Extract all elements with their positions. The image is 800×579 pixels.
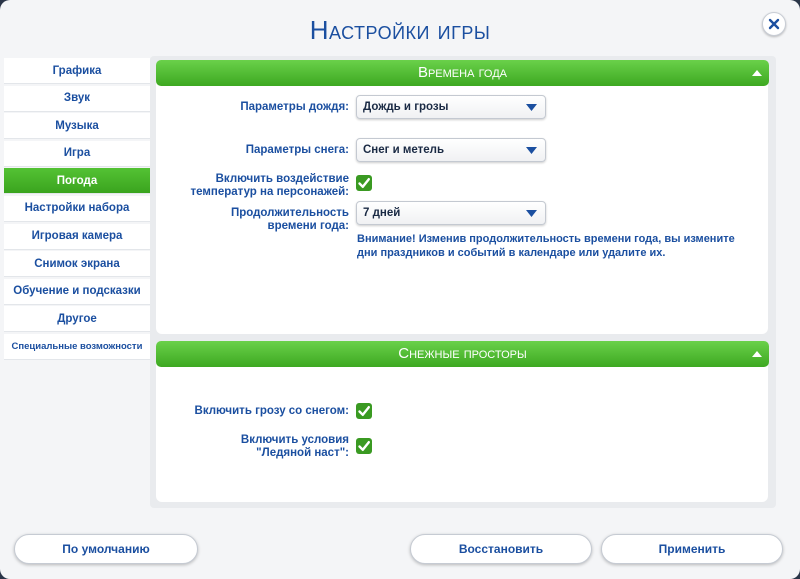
chevron-down-icon — [526, 104, 537, 111]
seasons-section-title: Времена года — [417, 64, 508, 81]
duration-dropdown-value: 7 дней — [363, 207, 401, 219]
duration-dropdown[interactable]: 7 дней — [356, 201, 546, 225]
ice-label-line1: Включить условия — [240, 434, 349, 446]
sidebar-item-sound[interactable]: Звук — [4, 85, 150, 112]
ice-label-line2: "Ледяной наст": — [256, 447, 349, 459]
temperature-checkbox[interactable] — [356, 175, 372, 191]
snow-label: Параметры снега: — [245, 144, 349, 156]
duration-label-line1: Продолжительность — [230, 207, 349, 219]
rain-dropdown[interactable]: Дождь и грозы — [356, 95, 546, 119]
sidebar-item-weather[interactable]: Погода — [4, 168, 150, 195]
collapse-icon — [752, 70, 762, 76]
close-button[interactable] — [762, 12, 786, 36]
checkmark-icon — [358, 441, 370, 451]
sidebar-item-screenshot[interactable]: Снимок экрана — [4, 251, 150, 278]
season-warning-line2: дни праздников и событий в календаре или… — [357, 247, 666, 259]
temperature-label-line1: Включить воздействие — [215, 173, 349, 185]
checkmark-icon — [358, 406, 370, 416]
sidebar-item-other[interactable]: Другое — [4, 306, 150, 333]
temperature-label-line2: температур на персонажей: — [190, 186, 350, 198]
sidebar-item-graphics[interactable]: Графика — [4, 58, 150, 84]
season-warning-line1: Внимание! Изменив продолжительность врем… — [357, 233, 735, 245]
chevron-down-icon — [526, 210, 537, 217]
apply-button[interactable]: Применить — [601, 534, 783, 564]
close-icon — [768, 18, 780, 30]
ice-label: Включить условия "Ледяной наст": — [156, 434, 349, 460]
rain-dropdown-value: Дождь и грозы — [363, 101, 449, 113]
rain-label: Параметры дождя: — [240, 101, 349, 113]
season-warning-text: Внимание! Изменив продолжительность врем… — [357, 232, 747, 260]
thundersnow-label: Включить грозу со снегом: — [194, 405, 349, 417]
temperature-label: Включить воздействие температур на персо… — [156, 173, 350, 199]
restore-button[interactable]: Восстановить — [410, 534, 592, 564]
snow-dropdown[interactable]: Снег и метель — [356, 138, 546, 162]
snowy-section-header[interactable]: Снежные просторы — [156, 341, 769, 367]
settings-sidebar: Графика Звук Музыка Игра Погода Настройк… — [4, 58, 150, 362]
sidebar-item-build-settings[interactable]: Настройки набора — [4, 195, 150, 222]
duration-label: Продолжительность времени года: — [156, 207, 349, 233]
snowy-section-title: Снежные просторы — [398, 345, 527, 362]
checkmark-icon — [358, 178, 370, 188]
seasons-section: Времена года Параметры дождя: Дождь и гр… — [156, 60, 769, 334]
snowy-section: Снежные просторы Включить грозу со снего… — [156, 341, 769, 502]
sidebar-item-game[interactable]: Игра — [4, 140, 150, 167]
defaults-button[interactable]: По умолчанию — [14, 534, 198, 564]
seasons-section-header[interactable]: Времена года — [156, 60, 769, 86]
snow-dropdown-value: Снег и метель — [363, 144, 445, 156]
sidebar-item-tutorial[interactable]: Обучение и подсказки — [4, 278, 150, 305]
chevron-down-icon — [526, 147, 537, 154]
sidebar-item-game-camera[interactable]: Игровая камера — [4, 223, 150, 250]
dialog-title: Настройки игры — [309, 15, 491, 45]
settings-dialog: Настройки игры Графика Звук Музыка Игра … — [0, 0, 800, 579]
collapse-icon — [752, 351, 762, 357]
sidebar-item-accessibility[interactable]: Специальные возможности — [4, 333, 150, 360]
settings-panel: Времена года Параметры дождя: Дождь и гр… — [150, 56, 776, 508]
ice-checkbox[interactable] — [356, 438, 372, 454]
sidebar-item-music[interactable]: Музыка — [4, 113, 150, 140]
thundersnow-checkbox[interactable] — [356, 403, 372, 419]
duration-label-line2: времени года: — [267, 220, 350, 232]
